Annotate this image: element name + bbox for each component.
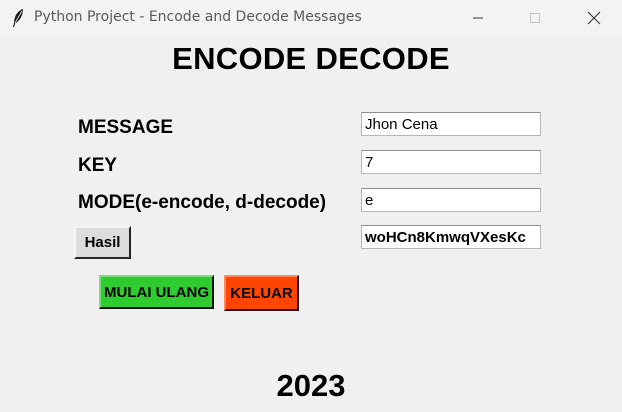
- message-label: MESSAGE: [78, 117, 174, 138]
- feather-icon: [13, 9, 23, 27]
- maximize-button[interactable]: [511, 0, 557, 36]
- result-output[interactable]: [361, 225, 541, 249]
- exit-button[interactable]: KELUAR: [224, 275, 299, 311]
- title-bar: Python Project - Encode and Decode Messa…: [0, 0, 622, 36]
- restart-button[interactable]: MULAI ULANG: [99, 275, 214, 309]
- maximize-icon: [530, 13, 540, 23]
- message-input[interactable]: [361, 112, 541, 136]
- footer-year: 2023: [276, 368, 346, 403]
- page-title: ENCODE DECODE: [172, 41, 450, 76]
- minimize-button[interactable]: [455, 0, 501, 36]
- window-title: Python Project - Encode and Decode Messa…: [34, 9, 362, 25]
- mode-label: MODE(e-encode, d-decode): [78, 192, 327, 213]
- key-label: KEY: [78, 155, 118, 176]
- mode-input[interactable]: [361, 188, 541, 212]
- close-icon: [587, 11, 601, 25]
- hasil-button[interactable]: Hasil: [74, 226, 131, 259]
- key-input[interactable]: [361, 150, 541, 174]
- close-button[interactable]: [571, 0, 617, 36]
- minimize-icon: [473, 17, 483, 19]
